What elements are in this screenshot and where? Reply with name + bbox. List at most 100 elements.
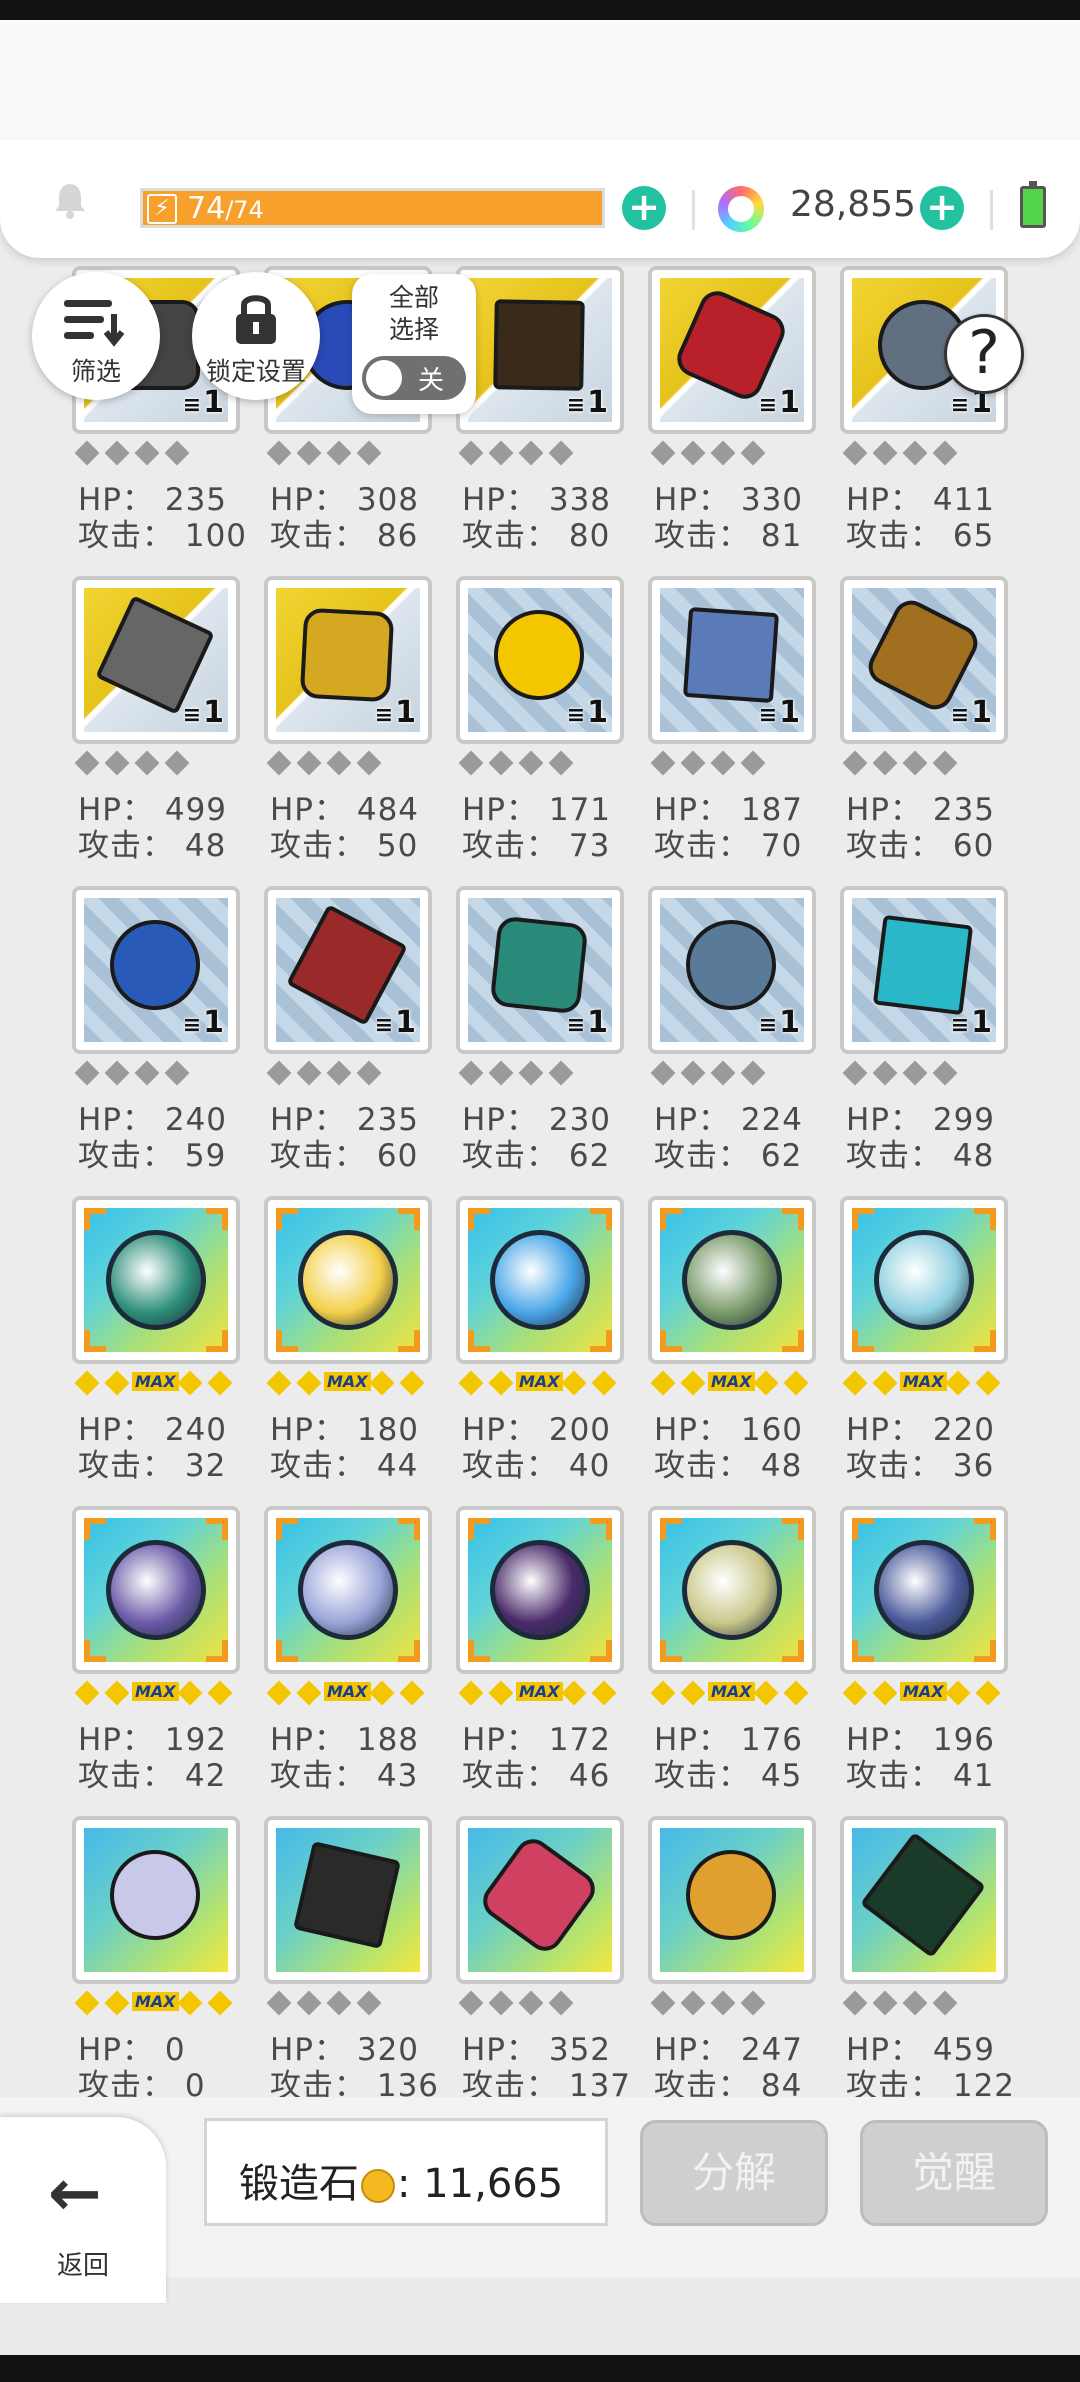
item-card-art [468,1518,612,1662]
item-card[interactable] [72,1506,240,1674]
gray-star-icon [296,750,322,776]
frame-corner [206,1330,228,1352]
gray-star-icon [164,440,190,466]
star-rating: MAX [458,1680,628,1712]
gray-star-icon [104,750,130,776]
crystal-orb-icon [874,1230,974,1330]
attack-stat: 攻击： 48 [654,1448,803,1484]
gray-star-icon [842,1990,868,2016]
gold-star-icon [680,1680,706,1706]
item-card[interactable] [72,1196,240,1364]
item-card[interactable] [840,1196,1008,1364]
item-card[interactable] [648,1196,816,1364]
decompose-button[interactable]: 分解 [640,2120,828,2226]
attack-stat: 攻击： 36 [846,1448,995,1484]
bell-icon[interactable] [50,180,90,220]
item-card[interactable] [72,1816,240,1984]
item-card[interactable] [456,1816,624,1984]
frame-corner [84,1208,106,1230]
gray-star-icon [518,440,544,466]
gray-star-icon [488,750,514,776]
item-card[interactable]: 1 [648,886,816,1054]
item-card[interactable] [264,1816,432,1984]
item-card[interactable]: 1 [72,576,240,744]
item-card[interactable] [264,1506,432,1674]
frame-corner [398,1518,420,1540]
gold-star-icon [74,1990,100,2016]
item-card[interactable]: 1 [456,266,624,434]
gold-star-icon [753,1370,779,1396]
gray-star-icon [932,1060,958,1086]
item-card[interactable] [456,1506,624,1674]
star-rating: MAX [650,1370,820,1402]
filter-button[interactable]: 筛选 [32,272,160,400]
item-card-art [276,1828,420,1972]
item-card[interactable]: 1 [72,886,240,1054]
star-rating: MAX [74,1990,244,2022]
item-card-art [276,1518,420,1662]
gray-star-icon [650,1060,676,1086]
item-card[interactable]: 1 [840,886,1008,1054]
item-card[interactable]: 1 [840,576,1008,744]
star-rating [842,750,1012,782]
star-rating [842,440,1012,472]
equipment-icon [872,914,974,1016]
forge-stone-text: 锻造石: 11,665 [239,2161,564,2207]
item-card[interactable] [840,1816,1008,1984]
star-rating [266,750,436,782]
gold-star-icon [872,1680,898,1706]
attack-stat: 攻击： 45 [654,1758,803,1794]
help-button[interactable]: ? [944,314,1024,394]
gray-star-icon [680,750,706,776]
awaken-button[interactable]: 觉醒 [860,2120,1048,2226]
item-card[interactable]: 1 [456,886,624,1054]
gold-star-icon [399,1370,425,1396]
item-card[interactable]: 1 [648,266,816,434]
add-gems-button[interactable]: + [920,186,964,230]
gold-star-icon [561,1370,587,1396]
equipment-icon [493,299,585,391]
max-badge: MAX [516,1682,563,1701]
item-card-art [660,1828,804,1972]
gray-star-icon [650,440,676,466]
gray-star-icon [266,440,292,466]
select-all-toggle[interactable]: 关 [362,356,466,400]
gold-star-icon [104,1990,130,2016]
frame-corner [590,1330,612,1352]
item-card[interactable] [648,1506,816,1674]
gray-star-icon [134,440,160,466]
lock-settings-button[interactable]: 锁定设置 [192,272,320,400]
gray-star-icon [74,1060,100,1086]
max-badge: MAX [708,1682,755,1701]
equipment-icon [476,1832,602,1958]
star-rating: MAX [650,1680,820,1712]
attack-stat: 攻击： 42 [78,1758,227,1794]
toggle-state: 关 [418,366,445,396]
attack-stat: 攻击： 80 [462,518,611,554]
item-card[interactable] [264,1196,432,1364]
item-card[interactable]: 1 [264,886,432,1054]
frame-corner [782,1640,804,1662]
stack-count: 1 [183,695,224,730]
back-button[interactable]: ← 返回 [0,2117,166,2303]
item-card[interactable] [840,1506,1008,1674]
item-card[interactable]: 1 [648,576,816,744]
attack-stat: 攻击： 50 [270,828,419,864]
max-badge: MAX [900,1682,947,1701]
add-energy-button[interactable]: + [622,186,666,230]
gray-star-icon [842,1060,868,1086]
item-card[interactable]: 1 [264,576,432,744]
item-card-art: 1 [84,588,228,732]
attack-stat: 攻击： 43 [270,1758,419,1794]
item-card[interactable] [648,1816,816,1984]
frame-corner [852,1330,874,1352]
item-card[interactable]: 1 [456,576,624,744]
item-card-art: 1 [660,278,804,422]
gray-star-icon [266,750,292,776]
gray-star-icon [548,1990,574,2016]
gold-star-icon [872,1370,898,1396]
gold-star-icon [296,1680,322,1706]
item-card[interactable] [456,1196,624,1364]
frame-corner [852,1518,874,1540]
max-badge: MAX [324,1372,371,1391]
